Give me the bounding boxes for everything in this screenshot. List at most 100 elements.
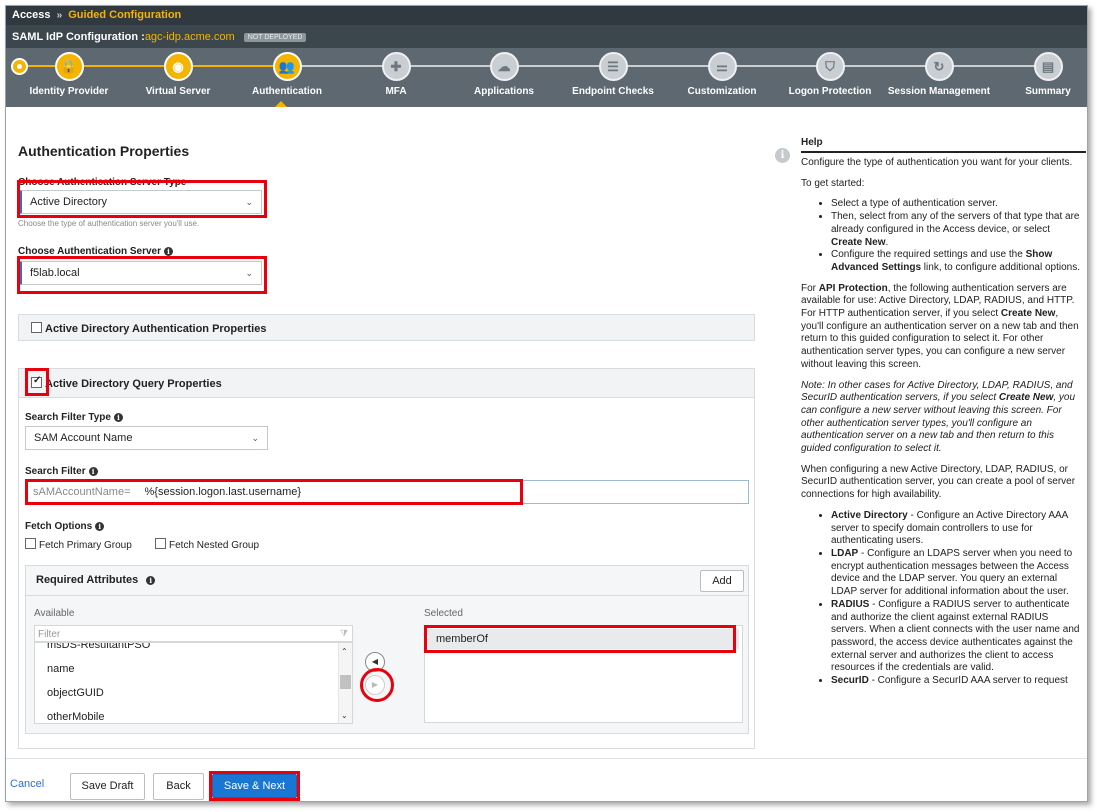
shield-icon: ⛉ [815,52,845,81]
main-content: Authentication Properties Choose Authent… [6,107,766,758]
ad-auth-panel-title[interactable]: Active Directory Authentication Properti… [31,322,266,335]
help-title: Help [801,137,1086,153]
required-attributes-label: Required Attributes [36,574,139,586]
config-header: SAML IdP Configuration :agc-idp.acme.com… [6,25,1087,48]
help-step-1: Select a type of authentication server. [831,198,1083,211]
highlight-search-filter [25,479,523,505]
sliders-icon: ⚌ [707,52,737,81]
users-icon: 👥 [272,52,302,81]
help-intro: Configure the type of authentication you… [801,157,1073,168]
list-item[interactable]: name [35,657,352,681]
search-filter-type-label: Search Filter Type i [25,412,123,423]
timer-icon: ↻ [924,52,954,81]
list-item[interactable]: objectGUID [35,681,352,705]
step-applications[interactable]: ☁ Applications [449,52,559,97]
add-attribute-button[interactable]: Add [700,570,744,592]
filter-placeholder: Filter [38,629,61,640]
step-customization[interactable]: ⚌ Customization [667,52,777,97]
help-pool: When configuring a new Active Directory,… [801,463,1076,501]
available-scrollbar[interactable]: ⌃ ⌄ [338,643,352,723]
target-icon: ◉ [163,52,193,81]
help-server-ad: Active Directory - Configure an Active D… [831,510,1083,548]
summary-icon: ▤ [1033,52,1063,81]
config-label: SAML IdP Configuration : [12,31,145,43]
help-get-started: To get started: [801,177,865,189]
step-virtual-server[interactable]: ◉ Virtual Server [123,52,233,97]
search-filter-type-label-text: Search Filter Type [25,412,111,423]
list-item[interactable]: msDS-ResultantPSO [35,643,352,657]
fetch-primary-group-label: Fetch Primary Group [39,540,132,551]
fetch-options-label: Fetch Options i [25,521,105,532]
step-endpoint-checks[interactable]: ☰ Endpoint Checks [558,52,668,97]
scroll-up-icon[interactable]: ⌃ [341,647,348,656]
lock-icon: 🔒 [54,52,84,81]
ad-auth-checkbox[interactable] [31,322,42,333]
info-icon[interactable]: i [95,522,105,531]
fetch-primary-group[interactable]: Fetch Primary Group [25,538,132,551]
step-label: Logon Protection [788,86,872,97]
fetch-nested-group-label: Fetch Nested Group [169,540,260,551]
info-icon[interactable]: i [88,467,98,476]
highlight-server-type [17,180,267,218]
step-label: Identity Provider [29,86,109,97]
help-servers-list: Active Directory - Configure an Active D… [819,510,1083,688]
fetch-nested-group-checkbox[interactable] [155,538,166,549]
available-listbox[interactable]: msDS-ResultantPSO name objectGUID otherMobi… [34,642,353,724]
scroll-down-icon[interactable]: ⌄ [341,711,348,720]
help-server-radius: RADIUS - Configure a RADIUS server to au… [831,599,1083,675]
help-api-protection: For API Protection, the following authen… [801,282,1079,370]
step-label: Summary [1025,86,1071,97]
step-logon-protection[interactable]: ⛉ Logon Protection [775,52,885,97]
search-filter-type-value: SAM Account Name [34,432,133,444]
breadcrumb-separator: » [56,10,63,21]
step-label: Customization [687,86,757,97]
available-filter-input[interactable]: Filter ⧩ [34,625,353,642]
step-label: Applications [473,86,534,97]
shield-key-icon: ✚ [381,52,411,81]
fetch-primary-group-checkbox[interactable] [25,538,36,549]
chevron-down-icon: ⌄ [251,433,259,443]
cancel-link[interactable]: Cancel [10,778,44,790]
ad-auth-label: Active Directory Authentication Properti… [45,323,267,335]
config-host: agc-idp.acme.com [144,31,235,43]
help-step-2: Then, select from any of the servers of … [831,211,1083,249]
step-authentication[interactable]: 👥 Authentication [232,52,342,97]
list-item[interactable]: otherMobile [35,705,352,723]
page-title: Authentication Properties [18,143,190,159]
breadcrumb-root[interactable]: Access [12,9,51,21]
search-filter-label-text: Search Filter [25,466,86,477]
breadcrumb-current: Guided Configuration [68,9,182,21]
help-step-3: Configure the required settings and use … [831,249,1083,274]
help-info-icon: i [775,148,790,163]
step-summary[interactable]: ▤ Summary [993,52,1087,97]
filter-funnel-icon: ⧩ [339,628,348,638]
step-identity-provider[interactable]: 🔒 Identity Provider [14,52,124,97]
cloud-icon: ☁ [489,52,519,81]
search-filter-type-select[interactable]: SAM Account Name ⌄ [25,426,268,450]
status-badge: NOT DEPLOYED [243,33,307,42]
ad-query-panel-title[interactable]: Active Directory Query Properties [31,375,222,390]
step-session-management[interactable]: ↻ Session Management [884,52,994,97]
highlight-ad-query-checkbox [25,368,49,396]
ad-auth-panel: Active Directory Authentication Properti… [18,314,755,341]
save-draft-button[interactable]: Save Draft [70,773,145,800]
info-icon[interactable]: i [113,413,123,422]
info-icon[interactable]: i [146,576,156,585]
app-window: Access » Guided Configuration SAML IdP C… [5,5,1088,802]
step-label: Session Management [887,86,991,97]
search-filter-label: Search Filter i [25,466,98,477]
highlight-selected-attribute [424,625,736,653]
step-mfa[interactable]: ✚ MFA [341,52,451,97]
help-note: Note: In other cases for Active Director… [801,379,1076,455]
selected-label: Selected [424,608,463,619]
required-attributes-header: Required Attributes i Add [26,566,748,596]
highlight-server [17,256,267,294]
available-label: Available [34,608,75,619]
scrollbar-thumb[interactable] [340,675,351,689]
back-button[interactable]: Back [153,773,204,800]
info-icon[interactable]: i [164,247,173,256]
footer-bar: Cancel Save Draft Back Save & Next [6,758,1087,801]
ad-query-panel-header: Active Directory Query Properties [18,368,755,398]
highlight-save-next [209,771,300,801]
fetch-nested-group[interactable]: Fetch Nested Group [155,538,259,551]
